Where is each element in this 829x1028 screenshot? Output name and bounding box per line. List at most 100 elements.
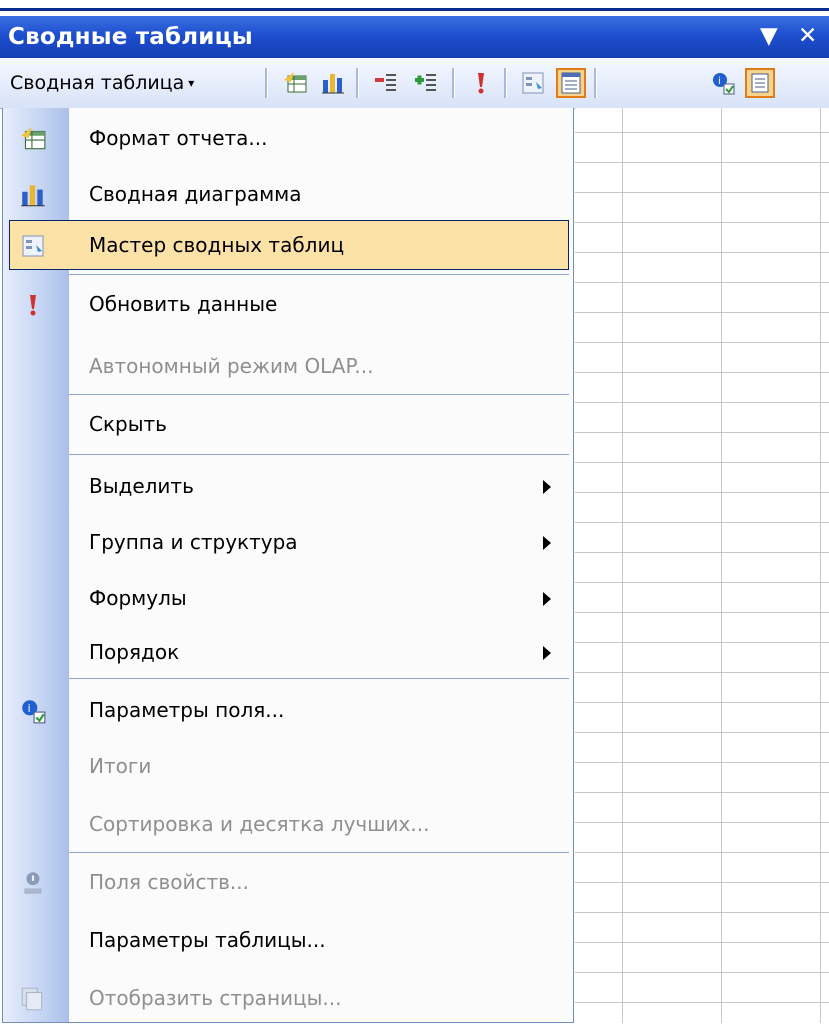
svg-text:i: i — [718, 76, 721, 87]
menu-item-group-outline[interactable]: Группа и структура — [3, 516, 573, 572]
grid-row-line — [575, 132, 829, 133]
wizard-icon[interactable] — [518, 68, 548, 98]
menu-item-label: Порядок — [89, 640, 180, 664]
menu-item-label: Отобразить страницы... — [89, 986, 342, 1010]
grid-row-line — [575, 732, 829, 733]
menu-item-label: Выделить — [89, 474, 194, 498]
submenu-arrow-icon — [543, 480, 551, 494]
grid-row-line — [575, 462, 829, 463]
menu-item-subtotals[interactable]: Итоги — [3, 740, 573, 796]
grid-row-line — [575, 1002, 829, 1003]
hide-detail-icon[interactable] — [370, 68, 400, 98]
worksheet-grid[interactable] — [575, 108, 829, 1023]
grid-column-line — [622, 108, 623, 1023]
menu-item-select[interactable]: Выделить — [3, 460, 573, 516]
menu-item-label: Сводная диаграмма — [89, 182, 302, 206]
property-fields-icon — [19, 869, 47, 897]
menu-item-pivot-wizard[interactable]: Мастер сводных таблиц — [3, 216, 573, 272]
grid-row-line — [575, 312, 829, 313]
refresh-icon — [19, 291, 47, 319]
grid-row-line — [575, 612, 829, 613]
chevron-down-icon: ▾ — [188, 76, 195, 90]
menu-item-label: Параметры поля... — [89, 698, 285, 722]
show-detail-icon[interactable] — [410, 68, 440, 98]
grid-row-line — [575, 852, 829, 853]
menu-item-formulas[interactable]: Формулы — [3, 572, 573, 628]
menu-item-show-pages[interactable]: Отобразить страницы... — [3, 972, 573, 1028]
toolbar-title-bar[interactable]: Сводные таблицы ▼ ✕ — [0, 16, 829, 58]
format-report-icon[interactable] — [280, 68, 310, 98]
menu-item-hide[interactable]: Скрыть — [3, 398, 573, 454]
grid-row-line — [575, 762, 829, 763]
grid-row-line — [575, 282, 829, 283]
wizard-icon — [19, 232, 47, 260]
menu-divider — [69, 274, 569, 275]
grid-column-line — [820, 108, 821, 1023]
svg-text:i: i — [28, 702, 31, 715]
options-icon[interactable] — [745, 68, 775, 98]
menu-item-format-report[interactable]: Формат отчета... — [3, 112, 573, 168]
toolbar-title: Сводные таблицы — [8, 24, 253, 50]
menu-item-label: Скрыть — [89, 412, 167, 436]
pivot-table-menu-label: Сводная таблица — [10, 72, 185, 94]
refresh-icon[interactable] — [466, 68, 496, 98]
grid-row-line — [575, 972, 829, 973]
toolbar-options-dropdown-icon[interactable]: ▼ — [760, 23, 778, 49]
grid-row-line — [575, 942, 829, 943]
menu-item-label: Поля свойств... — [89, 870, 249, 894]
close-icon[interactable]: ✕ — [798, 23, 817, 49]
pivot-chart-icon — [19, 181, 47, 209]
menu-divider — [69, 678, 569, 679]
menu-item-sort-top10[interactable]: Сортировка и десятка лучших... — [3, 798, 573, 854]
grid-row-line — [575, 882, 829, 883]
menu-item-label: Обновить данные — [89, 292, 278, 316]
menu-item-label: Итоги — [89, 754, 152, 778]
show-pages-icon — [19, 985, 47, 1013]
pivot-table-dropdown-menu: Формат отчета... Сводная диаграмма Масте… — [2, 108, 574, 1023]
grid-row-line — [575, 222, 829, 223]
menu-divider — [69, 852, 569, 853]
menu-item-field-settings[interactable]: i Параметры поля... — [3, 684, 573, 740]
grid-row-line — [575, 372, 829, 373]
menu-divider — [69, 454, 569, 455]
menu-item-property-fields[interactable]: Поля свойств... — [3, 856, 573, 912]
menu-item-label: Автономный режим OLAP... — [89, 354, 374, 378]
menu-item-refresh-data[interactable]: Обновить данные — [3, 278, 573, 334]
grid-row-line — [575, 252, 829, 253]
field-settings-icon[interactable]: i — [708, 68, 738, 98]
menu-item-label: Группа и структура — [89, 530, 298, 554]
menu-item-offline-olap[interactable]: Автономный режим OLAP... — [3, 340, 573, 396]
toolbar-separator — [265, 68, 268, 98]
pivot-chart-icon[interactable] — [318, 68, 348, 98]
field-list-icon[interactable] — [556, 68, 586, 98]
toolbar-separator — [452, 68, 455, 98]
grid-row-line — [575, 522, 829, 523]
menu-item-label: Формулы — [89, 586, 187, 610]
grid-row-line — [575, 432, 829, 433]
menu-item-label: Формат отчета... — [89, 126, 268, 150]
submenu-arrow-icon — [543, 536, 551, 550]
menu-item-label: Мастер сводных таблиц — [89, 233, 345, 257]
grid-row-line — [575, 822, 829, 823]
menu-item-label: Сортировка и десятка лучших... — [89, 812, 430, 836]
menu-item-table-options[interactable]: Параметры таблицы... — [3, 914, 573, 970]
menu-item-order[interactable]: Порядок — [3, 626, 573, 682]
grid-row-line — [575, 402, 829, 403]
grid-row-line — [575, 162, 829, 163]
grid-row-line — [575, 192, 829, 193]
grid-row-line — [575, 492, 829, 493]
toolbar-separator — [356, 68, 359, 98]
grid-row-line — [575, 792, 829, 793]
grid-row-line — [575, 582, 829, 583]
grid-row-line — [575, 342, 829, 343]
grid-row-line — [575, 702, 829, 703]
toolbar-separator — [594, 68, 597, 98]
grid-row-line — [575, 672, 829, 673]
submenu-arrow-icon — [543, 646, 551, 660]
grid-row-line — [575, 552, 829, 553]
pivot-table-menu-button[interactable]: Сводная таблица ▾ — [4, 68, 200, 98]
format-report-icon — [19, 125, 47, 153]
submenu-arrow-icon — [543, 592, 551, 606]
grid-row-line — [575, 642, 829, 643]
menu-divider — [69, 394, 569, 395]
